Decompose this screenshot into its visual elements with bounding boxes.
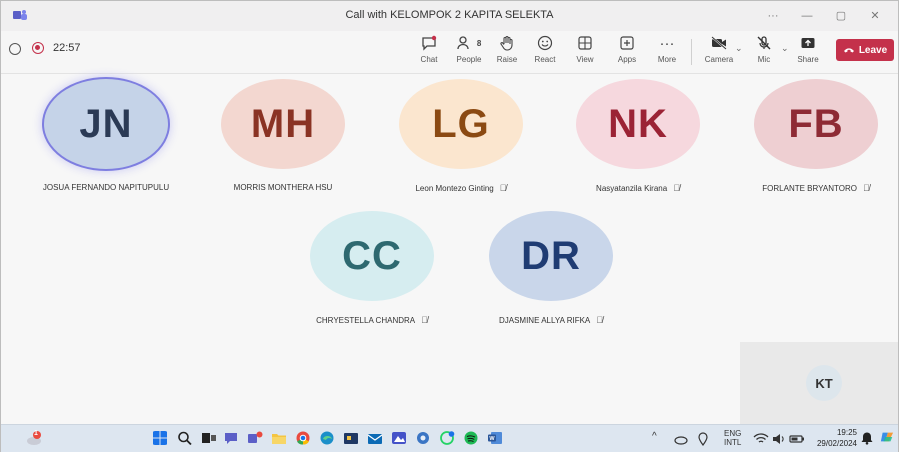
camera-off-icon (699, 35, 739, 53)
windows-taskbar: 1 W ^ ENG INTL 19:25 29/02/2024 (1, 424, 898, 452)
participant-name: DJASMINE ALLYA RIFKA 🎙̸ (498, 315, 604, 325)
mic-muted-icon: 🎙̸ (862, 183, 870, 193)
share-screen-icon (788, 35, 828, 53)
apps-button[interactable]: Apps (607, 35, 647, 64)
copilot-icon[interactable] (879, 430, 895, 444)
chevron-up-icon[interactable]: ^ (652, 429, 657, 445)
share-button[interactable]: Share (788, 35, 828, 64)
participant-tile[interactable]: DR DJASMINE ALLYA RIFKA 🎙̸ (471, 211, 631, 325)
window-controls: ··· — ▢ ✕ (756, 7, 892, 25)
mic-muted-icon: 🎙̸ (499, 183, 507, 193)
cloud-icon[interactable] (673, 432, 689, 446)
word-icon[interactable]: W (487, 431, 503, 445)
grid-view-icon (565, 35, 605, 53)
camera-options-chevron-down-icon[interactable]: ⌄ (735, 43, 743, 54)
view-button[interactable]: View (565, 35, 605, 64)
phone-hangup-icon (843, 48, 854, 53)
notification-bell-icon[interactable] (859, 431, 875, 445)
participant-avatar: LG (399, 79, 523, 169)
settings-gear-icon[interactable] (415, 431, 431, 445)
participant-avatar: MH (221, 79, 345, 169)
people-button[interactable]: 8 People (449, 35, 489, 64)
system-clock[interactable]: 19:25 29/02/2024 (809, 427, 857, 449)
react-button[interactable]: React (525, 35, 565, 64)
participant-name: CHRYESTELLA CHANDRA 🎙̸ (316, 315, 428, 325)
chat-button[interactable]: Chat (409, 35, 449, 64)
people-count: 8 (476, 39, 482, 48)
emoji-icon (525, 35, 565, 53)
task-view-icon[interactable] (201, 431, 217, 445)
more-window-options-button[interactable]: ··· (756, 7, 790, 25)
edge-icon[interactable] (319, 431, 335, 445)
participant-avatar: DR (489, 211, 613, 301)
windows-start-icon[interactable] (152, 431, 168, 445)
search-icon[interactable] (177, 431, 193, 445)
participant-name: MORRIS MONTHERA HSU (233, 183, 333, 192)
file-explorer-icon[interactable] (271, 431, 287, 445)
close-window-button[interactable]: ✕ (858, 7, 892, 25)
mic-muted-icon: 🎙̸ (421, 315, 428, 325)
mic-muted-icon: 🎙̸ (596, 315, 604, 325)
input-language[interactable]: ENG INTL (724, 429, 741, 447)
mic-off-icon (744, 35, 784, 53)
chrome-icon[interactable] (295, 431, 311, 445)
participant-tile[interactable]: LG Leon Montezo Ginting 🎙̸ (381, 79, 541, 193)
participant-avatar: CC (310, 211, 434, 301)
recording-icon (32, 42, 44, 54)
mic-muted-icon: 🎙̸ (673, 183, 680, 193)
add-apps-icon (607, 35, 647, 53)
participant-name: Nasyatanzila Kirana 🎙̸ (596, 183, 680, 193)
meeting-toolbar: 22:57 Chat 8 People Raise React View App… (1, 31, 898, 74)
wifi-icon[interactable] (753, 432, 769, 446)
more-icon: ··· (659, 35, 675, 52)
participant-name: Leon Montezo Ginting 🎙̸ (415, 183, 507, 193)
self-avatar: KT (806, 365, 842, 401)
participant-tile[interactable]: MH MORRIS MONTHERA HSU (203, 79, 363, 192)
notification-badge: 1 (34, 430, 38, 437)
shield-icon[interactable] (9, 43, 21, 55)
mic-button[interactable]: Mic (744, 35, 784, 64)
svg-text:W: W (489, 436, 495, 442)
participant-avatar: FB (754, 79, 878, 169)
location-icon[interactable] (695, 432, 711, 446)
weather-widget[interactable]: 1 (25, 430, 43, 446)
camera-button[interactable]: Camera (699, 35, 739, 64)
participant-tile[interactable]: JN JOSUA FERNANDO NAPITUPULU (26, 79, 186, 192)
raise-hand-button[interactable]: Raise (487, 35, 527, 64)
toolbar-separator (691, 39, 692, 65)
participant-avatar: NK (576, 79, 700, 169)
participant-avatar: JN (44, 79, 168, 169)
teams-taskbar-icon[interactable] (247, 431, 263, 445)
participant-name: JOSUA FERNANDO NAPITUPULU (42, 183, 170, 192)
participant-tile[interactable]: NK Nasyatanzila Kirana 🎙̸ (558, 79, 718, 193)
volume-icon[interactable] (771, 432, 787, 446)
title-bar: Call with KELOMPOK 2 KAPITA SELEKTA ··· … (1, 1, 898, 31)
meeting-stage: JN JOSUA FERNANDO NAPITUPULU MH MORRIS M… (1, 74, 898, 424)
store-app-icon[interactable] (343, 431, 359, 445)
battery-icon[interactable] (789, 432, 805, 446)
mail-icon[interactable] (367, 431, 383, 445)
participant-tile[interactable]: FB FORLANTE BRYANTORO 🎙̸ (736, 79, 896, 193)
more-button[interactable]: ··· More (647, 35, 687, 64)
call-timer: 22:57 (53, 42, 81, 54)
self-view-tile[interactable]: KT (740, 342, 898, 424)
chat-app-icon[interactable] (223, 431, 239, 445)
hand-icon (487, 35, 527, 53)
participant-name: FORLANTE BRYANTORO 🎙̸ (762, 183, 870, 193)
chat-icon (409, 35, 449, 53)
participant-tile[interactable]: CC CHRYESTELLA CHANDRA 🎙̸ (292, 211, 452, 325)
maximize-button[interactable]: ▢ (824, 7, 858, 25)
leave-button[interactable]: Leave (836, 39, 894, 61)
minimize-button[interactable]: — (790, 7, 824, 25)
whatsapp-icon[interactable] (439, 431, 455, 445)
photos-app-icon[interactable] (391, 431, 407, 445)
spotify-icon[interactable] (463, 431, 479, 445)
people-icon: 8 (449, 35, 489, 53)
